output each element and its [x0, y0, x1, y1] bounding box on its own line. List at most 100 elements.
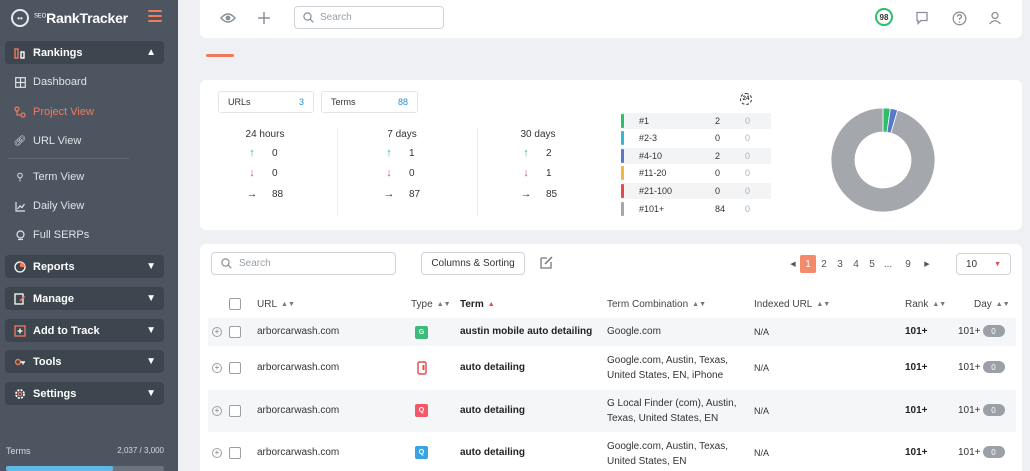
rank-period-icon[interactable]: 24 — [740, 93, 752, 105]
period-divider — [477, 128, 478, 216]
column-header-day[interactable]: Day ▲▼ — [974, 297, 1010, 311]
score-badge[interactable]: 98 — [875, 8, 893, 26]
page-button[interactable]: 3 — [832, 255, 848, 273]
arrow-right-icon: → — [520, 188, 532, 200]
chevron-down-icon: ▼ — [146, 388, 156, 399]
column-header-rank[interactable]: Rank ▲▼ — [905, 297, 946, 311]
day-change-badge: 0 — [982, 404, 1005, 416]
top-search-box[interactable] — [294, 6, 444, 29]
chip-value: 3 — [298, 97, 304, 107]
menu-toggle-icon[interactable] — [148, 10, 162, 22]
section-reports[interactable]: Reports ▼ — [5, 255, 164, 278]
table-row: + arborcarwash.com Q auto detailing G Lo… — [208, 390, 1016, 432]
summary-panel: URLs 3 Terms 88 24 hours ↑ 0 ↓ 0 → 88 7 day… — [200, 80, 1022, 230]
donut-slice-101[interactable] — [830, 107, 936, 213]
sidebar-item-full-serps[interactable]: Full SERPs — [14, 226, 89, 244]
columns-sorting-button[interactable]: Columns & Sorting — [421, 252, 525, 275]
add-to-track-icon — [13, 324, 27, 338]
row-url[interactable]: arborcarwash.com — [257, 326, 339, 337]
sidebar-item-url-view[interactable]: 🔗︎ URL View — [13, 132, 82, 150]
table-search-box[interactable] — [211, 252, 396, 275]
chip-label: URLs — [228, 97, 251, 107]
sidebar-item-daily-view[interactable]: Daily View — [14, 197, 84, 215]
select-all-checkbox[interactable] — [229, 298, 241, 310]
page-button[interactable]: 1 — [800, 255, 816, 273]
terms-chip[interactable]: Terms 88 — [321, 91, 418, 113]
expand-row-icon[interactable]: + — [212, 448, 222, 458]
row-checkbox[interactable] — [229, 362, 241, 374]
per-page-select[interactable]: 10 ▼ — [956, 253, 1011, 275]
plus-icon[interactable] — [255, 9, 273, 27]
row-checkbox[interactable] — [229, 405, 241, 417]
table-search-input[interactable] — [239, 258, 379, 269]
row-checkbox[interactable] — [229, 326, 241, 338]
sidebar-item-dashboard[interactable]: Dashboard — [14, 73, 87, 91]
user-icon[interactable] — [986, 9, 1004, 27]
period-label: 30 days — [520, 129, 556, 140]
column-header-term[interactable]: Term ▲ — [460, 297, 495, 311]
row-day: 101+ 0 — [958, 446, 1005, 458]
tools-icon — [13, 355, 27, 369]
terms-usage-bar — [6, 466, 164, 471]
sidebar-item-project-view[interactable]: Project View — [14, 103, 94, 121]
row-checkbox[interactable] — [229, 447, 241, 459]
section-manage[interactable]: Manage ▼ — [5, 287, 164, 310]
location-search-icon: Q — [415, 446, 428, 459]
feedback-icon[interactable] — [913, 9, 931, 27]
arrow-down-icon: ↓ — [386, 167, 392, 179]
page-button[interactable]: 5 — [864, 255, 880, 273]
sidebar-item-term-view[interactable]: ⚲ Term View — [14, 168, 84, 186]
sidebar-item-label: Dashboard — [33, 76, 87, 88]
page-button[interactable]: 9 — [900, 255, 916, 273]
section-tools[interactable]: Tools ▼ — [5, 350, 164, 373]
settings-icon — [13, 387, 27, 401]
project-view-icon — [14, 106, 26, 118]
page-button[interactable]: 4 — [848, 255, 864, 273]
edit-icon[interactable] — [539, 255, 555, 271]
column-header-url[interactable]: URL ▲▼ — [257, 297, 295, 311]
row-term[interactable]: austin mobile auto detailing — [460, 326, 592, 337]
row-url[interactable]: arborcarwash.com — [257, 362, 339, 373]
section-label: Add to Track — [33, 324, 100, 337]
google-icon: G — [415, 326, 428, 339]
row-term[interactable]: auto detailing — [460, 405, 525, 416]
section-label: Manage — [33, 292, 74, 305]
sort-icon: ▲▼ — [436, 300, 451, 308]
top-search-input[interactable] — [320, 12, 430, 23]
column-header-term-combination[interactable]: Term Combination ▲▼ — [607, 297, 706, 311]
row-url[interactable]: arborcarwash.com — [257, 405, 339, 416]
section-add-to-track[interactable]: Add to Track ▼ — [5, 319, 164, 342]
trend-up: ↑ 0 — [246, 146, 277, 160]
expand-row-icon[interactable]: + — [212, 327, 222, 337]
prev-page-icon[interactable]: ◀ — [786, 260, 800, 268]
help-icon[interactable] — [950, 9, 968, 27]
logo[interactable]: •• SEORankTracker — [11, 8, 128, 28]
urls-chip[interactable]: URLs 3 — [218, 91, 314, 113]
sidebar-item-label: URL View — [33, 135, 82, 147]
local-finder-icon: Q — [415, 404, 428, 417]
page-button[interactable]: 2 — [816, 255, 832, 273]
row-rank: 101+ — [905, 447, 928, 458]
search-icon — [221, 258, 232, 269]
expand-row-icon[interactable]: + — [212, 406, 222, 416]
sort-icon: ▲▼ — [692, 300, 707, 308]
eye-icon[interactable] — [219, 9, 237, 27]
rank-bucket-row: #2-3 0 0 — [621, 130, 771, 146]
rank-bucket-color-bar — [621, 166, 624, 180]
link-icon: 🔗︎ — [13, 135, 27, 147]
section-rankings[interactable]: Rankings ▲ — [5, 41, 164, 64]
per-page-value: 10 — [966, 258, 978, 270]
section-label: Settings — [33, 387, 77, 400]
column-header-type[interactable]: Type ▲▼ — [411, 297, 451, 311]
trend-up: ↑ 2 — [520, 146, 551, 160]
chevron-up-icon: ▲ — [146, 47, 156, 58]
row-url[interactable]: arborcarwash.com — [257, 447, 339, 458]
row-rank: 101+ — [905, 362, 928, 373]
next-page-icon[interactable]: ▶ — [920, 260, 934, 268]
column-header-indexed-url[interactable]: Indexed URL ▲▼ — [754, 297, 830, 311]
expand-row-icon[interactable]: + — [212, 363, 222, 373]
sidebar-item-label: Full SERPs — [33, 229, 90, 241]
row-term[interactable]: auto detailing — [460, 447, 525, 458]
row-term[interactable]: auto detailing — [460, 362, 525, 373]
section-settings[interactable]: Settings ▼ — [5, 382, 164, 405]
